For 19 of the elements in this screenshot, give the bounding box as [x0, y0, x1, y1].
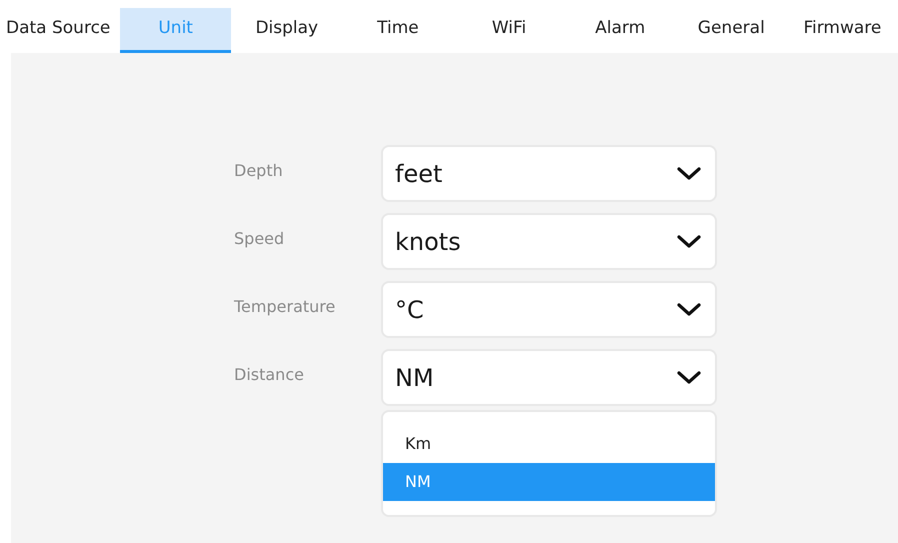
chevron-down-icon	[677, 166, 701, 180]
chevron-down-icon	[677, 302, 701, 316]
select-field[interactable]: NM	[381, 349, 717, 406]
tab[interactable]: Alarm	[564, 8, 676, 53]
setting-label: Depth	[234, 160, 284, 182]
tab[interactable]: Data Source	[0, 8, 120, 53]
tab[interactable]: Firmware	[786, 8, 898, 53]
tab[interactable]: Display	[231, 8, 342, 53]
tab[interactable]: WiFi	[453, 8, 565, 53]
select-field[interactable]: °C	[381, 281, 717, 338]
setting-label: Distance	[234, 364, 305, 386]
chevron-down-icon	[677, 234, 701, 248]
tab[interactable]: General	[676, 8, 787, 53]
chevron-down-icon	[677, 370, 701, 384]
select-field[interactable]: knots	[381, 213, 717, 270]
setting-label: Speed	[234, 228, 286, 250]
tab[interactable]: Time	[342, 8, 454, 53]
select-field[interactable]: feet	[381, 145, 717, 202]
setting-label: Temperature	[234, 296, 336, 318]
